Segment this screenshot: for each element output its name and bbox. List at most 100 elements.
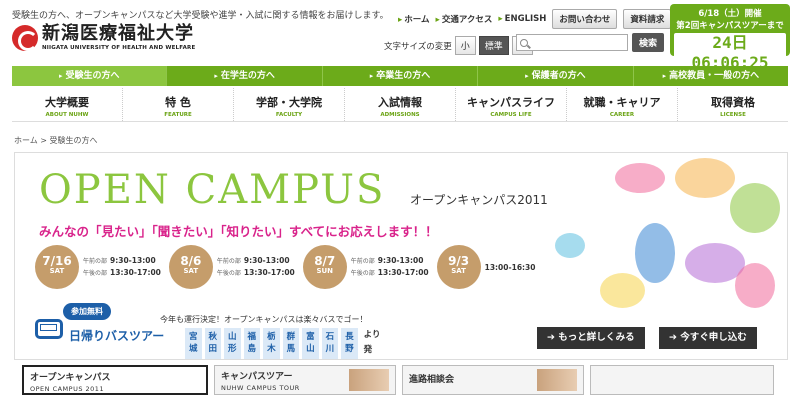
am-time: 9:30-13:00 bbox=[377, 256, 424, 265]
bus-tour-title: 日帰りバスツアー bbox=[69, 329, 165, 343]
nav-label-en: ADMISSIONS bbox=[380, 112, 420, 118]
nav-label-en: CAMPUS LIFE bbox=[490, 112, 532, 118]
free-badge: 参加無料 bbox=[63, 303, 111, 320]
date-value: 7/16 bbox=[42, 254, 72, 268]
feature-tab-title: オープンキャンパス bbox=[30, 373, 111, 383]
session-times: 午前の部 9:30-13:00 午後の部 13:30-17:00 bbox=[83, 255, 161, 279]
consultation-thumbnail bbox=[537, 369, 577, 391]
more-details-button[interactable]: もっと詳しくみる bbox=[537, 327, 645, 349]
nav-item-about[interactable]: 大学概要 ABOUT NUHW bbox=[12, 88, 123, 121]
font-size-small-button[interactable]: 小 bbox=[454, 36, 476, 55]
nav-label-jp: 取得資格 bbox=[711, 96, 755, 109]
logo-name-en: NIIGATA UNIVERSITY OF HEALTH AND WELFARE bbox=[42, 45, 196, 51]
decorative-blob bbox=[730, 183, 780, 233]
city-tag: 富山 bbox=[302, 328, 319, 359]
decorative-blob bbox=[635, 223, 675, 283]
nav-label-en: FACULTY bbox=[275, 112, 303, 118]
university-logo[interactable]: 新潟医療福祉大学 NIIGATA UNIVERSITY OF HEALTH AN… bbox=[12, 25, 195, 51]
session-times: 午前の部 9:30-13:00 午後の部 13:30-17:00 bbox=[217, 255, 295, 279]
feature-tab-empty[interactable] bbox=[590, 365, 774, 395]
am-label: 午前の部 bbox=[216, 258, 241, 265]
pm-label: 午後の部 bbox=[216, 270, 241, 277]
countdown-event: 第2回キャンパスツアーまで bbox=[676, 21, 784, 31]
event-dates: 7/16 SAT 午前の部 9:30-13:00 午後の部 13:30-17:00 … bbox=[35, 245, 543, 289]
open-campus-tagline: みんなの「見たい」「聞きたい」「知りたい」すべてにお応えします！！ bbox=[39, 224, 438, 239]
date-weekday: SAT bbox=[183, 267, 199, 275]
date-badge: 8/7 SUN bbox=[302, 245, 347, 289]
main-nav: 大学概要 ABOUT NUHW 特 色 FEATURE 学部・大学院 FACUL… bbox=[12, 88, 788, 122]
audience-tab-teachers[interactable]: 高校教員・一般の方へ bbox=[634, 66, 788, 86]
nav-item-career[interactable]: 就職・キャリア CAREER bbox=[567, 88, 678, 121]
pm-label: 午後の部 bbox=[350, 270, 375, 277]
session-times: 13:00-16:30 bbox=[485, 262, 536, 273]
departure-cities: 宮城 秋田 山形 福島 栃木 群馬 富山 石川 長野 より発着！ bbox=[185, 328, 381, 359]
event-date-item: 7/16 SAT 午前の部 9:30-13:00 午後の部 13:30-17:00 bbox=[35, 245, 161, 289]
city-tag: 群馬 bbox=[282, 328, 300, 359]
city-tag: 長野 bbox=[341, 328, 358, 359]
nav-label-jp: キャンパスライフ bbox=[467, 96, 555, 109]
audience-tab-parents[interactable]: 保護者の方へ bbox=[478, 66, 634, 86]
campus-tour-countdown[interactable]: 6/18（土）開催 第2回キャンパスツアーまで 24日06:06:25 bbox=[670, 4, 790, 73]
open-campus-subtitle: オープンキャンパス2011 bbox=[410, 193, 548, 207]
nav-item-license[interactable]: 取得資格 LICENSE bbox=[678, 88, 788, 121]
am-time: 9:30-13:00 bbox=[110, 256, 156, 265]
site-search: 検索 bbox=[516, 33, 665, 52]
event-date-item: 9/3 SAT 13:00-16:30 bbox=[436, 245, 536, 289]
audience-tab-students[interactable]: 在学生の方へ bbox=[167, 66, 323, 86]
nav-label-jp: 大学概要 bbox=[45, 96, 89, 109]
nav-label-en: FEATURE bbox=[164, 112, 192, 118]
city-tag: 山形 bbox=[224, 328, 241, 359]
feature-tab-subtitle: OPEN CAMPUS 2011 bbox=[30, 385, 105, 393]
apply-now-button[interactable]: 今すぐ申し込む bbox=[659, 327, 757, 349]
contact-button[interactable]: お問い合わせ bbox=[552, 9, 618, 29]
audience-tab-prospective[interactable]: 受験生の方へ bbox=[12, 66, 168, 86]
pm-label: 午後の部 bbox=[83, 270, 108, 277]
date-badge: 9/3 SAT bbox=[436, 245, 481, 289]
decorative-blob bbox=[735, 263, 775, 308]
university-emblem-icon bbox=[12, 25, 38, 51]
pm-time: 13:30-17:00 bbox=[243, 268, 295, 277]
date-value: 9/3 bbox=[448, 254, 470, 268]
decorative-blob bbox=[615, 163, 665, 193]
site-tagline: 受験生の方へ、オープンキャンパスなど大学受験や進学・入試に関する情報をお届けしま… bbox=[12, 11, 389, 21]
search-button[interactable]: 検索 bbox=[632, 33, 665, 52]
link-home[interactable]: ホーム bbox=[398, 13, 429, 25]
link-english[interactable]: ENGLISH bbox=[498, 14, 547, 24]
single-session-time: 13:00-16:30 bbox=[484, 262, 536, 272]
audience-nav: 受験生の方へ 在学生の方へ 卒業生の方へ 保護者の方へ 高校教員・一般の方へ bbox=[12, 66, 788, 86]
date-badge: 8/6 SAT bbox=[168, 245, 213, 289]
feature-tab-campus-tour[interactable]: キャンパスツアー NUHW CAMPUS TOUR bbox=[214, 365, 396, 395]
feature-tab-consultation[interactable]: 進路相談会 bbox=[402, 365, 584, 395]
search-input[interactable] bbox=[531, 37, 621, 48]
nav-label-en: LICENSE bbox=[720, 112, 746, 118]
decorative-blob bbox=[675, 158, 735, 198]
pm-time: 13:30-17:00 bbox=[377, 268, 429, 277]
am-time: 9:30-13:00 bbox=[243, 256, 290, 265]
nav-item-admissions[interactable]: 入試情報 ADMISSIONS bbox=[345, 88, 456, 121]
feature-tab-open-campus[interactable]: オープンキャンパス OPEN CAMPUS 2011 bbox=[22, 365, 208, 395]
font-size-switcher: 文字サイズの変更 小 標準 大 bbox=[384, 36, 533, 55]
city-tag: 福島 bbox=[243, 328, 261, 359]
nav-item-feature[interactable]: 特 色 FEATURE bbox=[123, 88, 234, 121]
date-value: 8/7 bbox=[314, 254, 336, 268]
nav-item-faculty[interactable]: 学部・大学院 FACULTY bbox=[234, 88, 345, 121]
am-label: 午前の部 bbox=[350, 258, 375, 265]
decorative-blob bbox=[555, 233, 585, 258]
nav-label-jp: 就職・キャリア bbox=[583, 96, 661, 109]
city-tag: 栃木 bbox=[263, 328, 280, 359]
date-weekday: SUN bbox=[316, 267, 334, 275]
decorative-blob bbox=[600, 273, 645, 308]
event-date-item: 8/6 SAT 午前の部 9:30-13:00 午後の部 13:30-17:00 bbox=[168, 245, 295, 289]
font-size-standard-button[interactable]: 標準 bbox=[478, 36, 509, 55]
request-materials-button[interactable]: 資料請求 bbox=[623, 9, 672, 29]
city-tag: 宮城 bbox=[185, 328, 202, 359]
breadcrumb[interactable]: ホーム > 受験生の方へ bbox=[14, 135, 98, 146]
audience-tab-alumni[interactable]: 卒業生の方へ bbox=[323, 66, 479, 86]
search-field[interactable] bbox=[516, 34, 628, 51]
nav-item-campus-life[interactable]: キャンパスライフ CAMPUS LIFE bbox=[456, 88, 567, 121]
bus-icon bbox=[35, 319, 63, 339]
cities-suffix: より発着！ bbox=[363, 330, 381, 355]
nav-label-jp: 入試情報 bbox=[378, 96, 422, 109]
link-access[interactable]: 交通アクセス bbox=[436, 13, 493, 25]
nav-label-en: CAREER bbox=[609, 112, 635, 118]
